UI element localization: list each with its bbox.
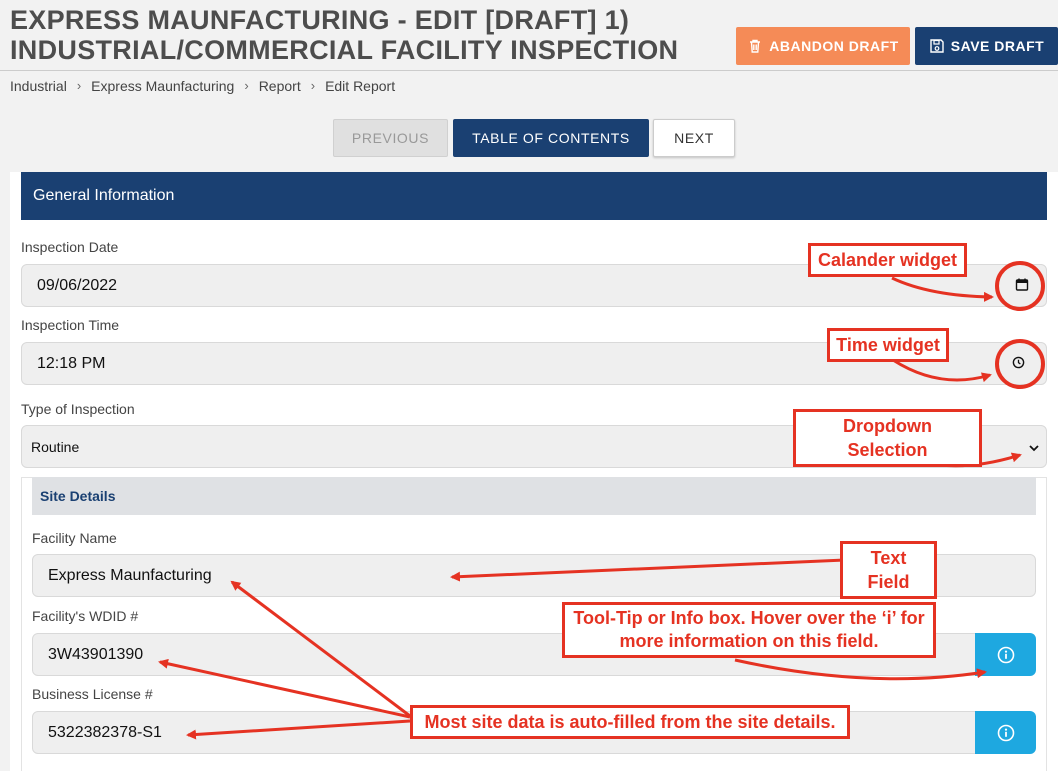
facility-name-value: Express Maunfacturing — [48, 566, 212, 584]
annotation-time: Time widget — [827, 328, 949, 362]
table-of-contents-button[interactable]: TABLE OF CONTENTS — [453, 119, 649, 157]
annotation-autofill: Most site data is auto-filled from the s… — [410, 705, 850, 739]
chevron-down-icon — [1029, 439, 1039, 455]
page-title-line2: INDUSTRIAL/COMMERCIAL FACILITY INSPECTIO… — [10, 35, 679, 65]
inspection-time-label: Inspection Time — [21, 317, 120, 333]
business-license-label: Business License # — [32, 686, 153, 702]
inspection-date-label: Inspection Date — [21, 239, 119, 255]
section-header: General Information — [21, 172, 1047, 220]
abandon-draft-button[interactable]: ABANDON DRAFT — [736, 27, 910, 65]
page-title: EXPRESS MAUNFACTURING - EDIT [DRAFT] 1) … — [10, 5, 710, 65]
business-license-info-button[interactable] — [975, 711, 1036, 754]
info-icon — [997, 724, 1014, 741]
save-draft-label: SAVE DRAFT — [950, 38, 1045, 54]
save-draft-button[interactable]: SAVE DRAFT — [915, 27, 1058, 65]
annotation-calendar: Calander widget — [808, 243, 967, 277]
calendar-highlight-ring — [995, 261, 1045, 311]
annotation-dropdown: Dropdown Selection — [793, 409, 982, 467]
chevron-right-icon: › — [310, 78, 316, 93]
next-button[interactable]: NEXT — [653, 119, 735, 157]
breadcrumb-edit-report: Edit Report — [325, 78, 396, 94]
breadcrumb: Industrial › Express Maunfacturing › Rep… — [10, 78, 395, 94]
previous-button[interactable]: PREVIOUS — [333, 119, 448, 157]
inspection-time-value: 12:18 PM — [37, 354, 106, 372]
annotation-tooltip: Tool-Tip or Info box. Hover over the ‘i’… — [562, 602, 936, 658]
annotation-text-field: Text Field — [840, 541, 937, 599]
business-license-value: 5322382378-S1 — [48, 723, 162, 741]
inspection-type-value: Routine — [31, 438, 80, 455]
trash-icon — [750, 39, 761, 53]
header-divider — [0, 70, 1058, 71]
breadcrumb-report[interactable]: Report — [259, 78, 301, 94]
time-highlight-ring — [995, 339, 1045, 389]
site-details-header: Site Details — [32, 477, 1036, 515]
save-icon — [930, 39, 944, 53]
inspection-type-label: Type of Inspection — [21, 401, 135, 417]
facility-name-label: Facility Name — [32, 530, 117, 546]
breadcrumb-facility[interactable]: Express Maunfacturing — [91, 78, 234, 94]
abandon-draft-label: ABANDON DRAFT — [769, 38, 899, 54]
chevron-right-icon: › — [244, 78, 249, 93]
wdid-label: Facility's WDID # — [32, 608, 139, 624]
wdid-value: 3W43901390 — [48, 645, 144, 663]
page-title-line1: EXPRESS MAUNFACTURING - EDIT [DRAFT] 1) — [10, 5, 630, 35]
wdid-info-button[interactable] — [975, 633, 1036, 676]
inspection-date-value: 09/06/2022 — [37, 276, 118, 294]
chevron-right-icon: › — [76, 78, 82, 93]
info-icon — [997, 646, 1014, 663]
breadcrumb-industrial[interactable]: Industrial — [10, 78, 67, 94]
